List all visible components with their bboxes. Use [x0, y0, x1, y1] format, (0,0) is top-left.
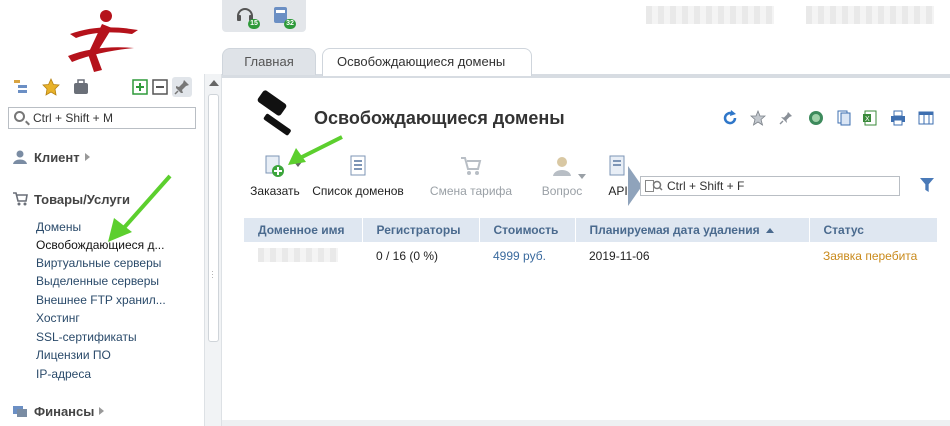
star-icon[interactable]: [42, 78, 60, 96]
brand-logo: [68, 10, 138, 72]
scroll-thumb[interactable]: [208, 94, 219, 342]
print-icon[interactable]: [890, 110, 906, 126]
chevron-down-icon[interactable]: [578, 174, 586, 179]
table-filter-input[interactable]: Ctrl + Shift + F: [640, 176, 900, 196]
sidebar-item-hosting[interactable]: Хостинг: [36, 311, 80, 325]
domains-table: Доменное имя Регистраторы Стоимость План…: [244, 218, 938, 269]
favorite-star-icon[interactable]: [750, 110, 766, 126]
splitter-grip-icon[interactable]: · · ·: [211, 267, 214, 282]
change-tariff-button[interactable]: Смена тарифа: [428, 154, 514, 202]
list-icon: [350, 155, 366, 176]
column-delete-date-label: Планируемая дата удаления: [589, 223, 760, 237]
sidebar-item-licenses[interactable]: Лицензии ПО: [36, 348, 111, 362]
main-content: Освобождающиеся домены X Заказать Список…: [222, 78, 950, 426]
sidebar-section-client[interactable]: Клиент: [12, 150, 90, 165]
cell-status: Заявка перебита: [823, 248, 918, 263]
briefcase-icon[interactable]: [72, 78, 90, 96]
cart-icon: [461, 157, 482, 175]
sidebar-item-ip[interactable]: IP-адреса: [36, 367, 91, 381]
sort-ascending-icon: [765, 228, 774, 233]
sidebar-search-placeholder: Ctrl + Shift + M: [33, 111, 114, 125]
column-registrars[interactable]: Регистраторы: [362, 218, 480, 242]
search-icon: [14, 111, 25, 122]
account-info-blurred: [806, 6, 934, 24]
cell-domain[interactable]: [244, 242, 362, 269]
page-title: Освобождающиеся домены: [314, 108, 565, 128]
copy-icon[interactable]: [836, 110, 852, 126]
sidebar-item-domains[interactable]: Домены: [36, 220, 81, 234]
table-row[interactable]: 0 / 16 (0 %) 4999 руб. 2019-11-06 Заявка…: [244, 242, 938, 269]
expand-all-icon[interactable]: [132, 79, 148, 95]
headset-icon[interactable]: 15: [234, 4, 260, 29]
headset-badge: 15: [248, 19, 260, 29]
tab-home-label: Главная: [244, 54, 294, 69]
change-tariff-label: Смена тарифа: [429, 184, 513, 198]
column-domain-name[interactable]: Доменное имя: [244, 218, 363, 242]
sidebar-item-dedicated-servers[interactable]: Выделенные серверы: [36, 274, 159, 288]
column-delete-date[interactable]: Планируемая дата удаления: [575, 218, 810, 242]
pin-icon[interactable]: [172, 77, 192, 97]
pin-page-icon[interactable]: [778, 110, 794, 126]
cart-icon: [13, 192, 28, 206]
sidebar-scrollbar[interactable]: · · ·: [204, 74, 222, 426]
cell-delete-date: 2019-11-06: [589, 248, 650, 263]
refresh-icon[interactable]: [722, 110, 738, 126]
question-label: Вопрос: [541, 184, 583, 198]
section-client-label: Клиент: [34, 150, 80, 165]
user-icon: [13, 150, 27, 164]
billing-badge: 32: [284, 19, 296, 29]
filter-funnel-icon[interactable]: [920, 178, 934, 192]
sidebar-item-ssl[interactable]: SSL-сертификаты: [36, 330, 137, 344]
api-document-icon: [609, 155, 625, 176]
api-button[interactable]: API: [604, 154, 632, 202]
user-info-blurred: [646, 6, 774, 24]
filter-search-icon: [645, 180, 663, 192]
sidebar-section-finance[interactable]: Финансы: [12, 404, 105, 419]
tab-home[interactable]: Главная: [222, 48, 316, 75]
tab-expiring-domains-label: Освобождающиеся домены: [337, 54, 506, 69]
table-header-row: Доменное имя Регистраторы Стоимость План…: [244, 218, 938, 242]
support-agent-icon: [553, 157, 571, 176]
section-finance-label: Финансы: [34, 404, 95, 419]
notification-bar: 15 32: [222, 0, 306, 32]
sidebar-item-ftp-storage[interactable]: Внешнее FTP хранил...: [36, 293, 166, 307]
api-label: API: [608, 184, 628, 198]
svg-text:X: X: [865, 116, 870, 123]
domain-list-button[interactable]: Список доменов: [310, 154, 406, 202]
domain-list-label: Список доменов: [312, 184, 404, 198]
sidebar: Ctrl + Shift + M Клиент Товары/Услуги До…: [0, 74, 204, 426]
sidebar-search-input[interactable]: Ctrl + Shift + M: [8, 107, 196, 129]
gavel-icon: [257, 90, 291, 136]
finance-icon: [13, 406, 27, 417]
order-label: Заказать: [250, 184, 300, 198]
chevron-right-icon: [99, 407, 105, 415]
tree-view-icon[interactable]: [12, 78, 30, 96]
bottom-scrollbar: [222, 420, 950, 426]
billing-icon[interactable]: 32: [270, 4, 296, 29]
column-status[interactable]: Статус: [809, 218, 938, 242]
sidebar-item-virtual-servers[interactable]: Виртуальные серверы: [36, 256, 161, 270]
export-excel-icon[interactable]: X: [862, 110, 878, 126]
cell-registrars: 0 / 16 (0 %): [376, 248, 439, 263]
scroll-up-arrow-icon[interactable]: [209, 80, 219, 86]
cell-price: 4999 руб.: [493, 248, 546, 263]
domain-name-blurred: [258, 248, 338, 262]
collapse-all-icon[interactable]: [152, 79, 168, 95]
columns-settings-icon[interactable]: [918, 110, 934, 126]
filter-placeholder: Ctrl + Shift + F: [667, 179, 745, 193]
chevron-right-icon: [84, 153, 90, 161]
annotation-arrow: [108, 174, 172, 242]
column-price[interactable]: Стоимость: [479, 218, 576, 242]
help-globe-icon[interactable]: [808, 110, 824, 126]
tab-expiring-domains[interactable]: Освобождающиеся домены ✕: [322, 48, 532, 94]
